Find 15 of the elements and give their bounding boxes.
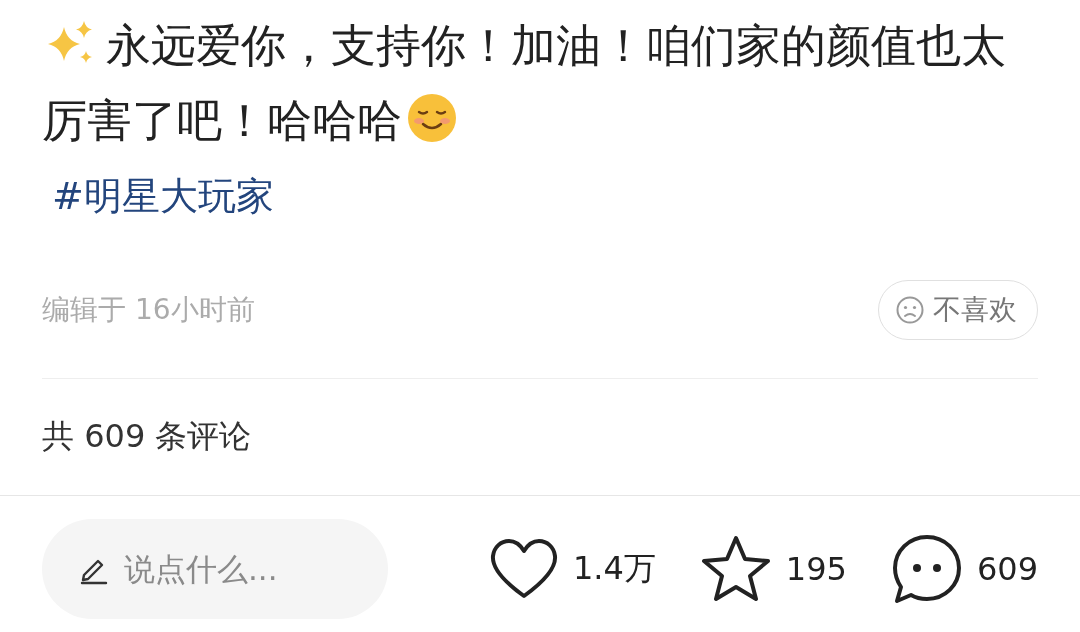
like-count: 1.4万 [572, 548, 656, 589]
hashtag-link[interactable]: #明星大玩家 [52, 170, 274, 222]
star-icon[interactable] [699, 534, 772, 604]
comment-count: 共 609 条评论 [42, 416, 253, 457]
comment-bubble-icon[interactable] [890, 533, 963, 605]
comment-field[interactable]: 说点什么... [42, 519, 388, 619]
heart-icon[interactable] [488, 538, 559, 600]
post-text: 永远爱你，支持你！加油！咱们家的颜值也太 [106, 19, 1006, 72]
comment-total: 609 [976, 550, 1038, 588]
dislike-button[interactable]: 不喜欢 [878, 280, 1038, 340]
sad-face-icon [895, 295, 925, 325]
edited-time: 编辑于 16小时前 [42, 292, 255, 328]
post-text: 厉害了吧！哈哈哈 [42, 94, 402, 147]
favorite-count: 195 [785, 550, 847, 588]
smiling-face-icon [406, 92, 458, 144]
